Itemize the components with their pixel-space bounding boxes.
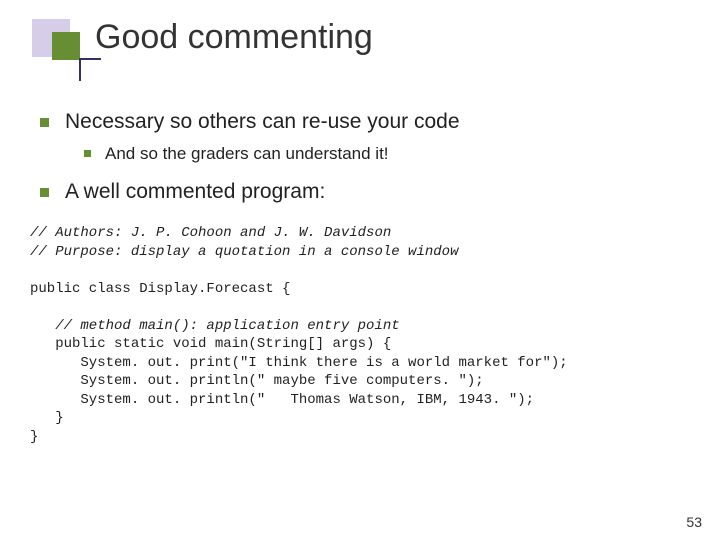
slide-title: Good commenting xyxy=(95,18,373,57)
bullet-text: Necessary so others can re-use your code xyxy=(65,108,460,136)
code-example: // Authors: J. P. Cohoon and J. W. David… xyxy=(30,224,690,446)
code-line: } xyxy=(30,429,38,445)
code-line: public static void main(String[] args) { xyxy=(30,336,391,352)
bullet-text: A well commented program: xyxy=(65,178,325,206)
code-line: } xyxy=(30,410,64,426)
code-line: public class Display.Forecast { xyxy=(30,281,290,297)
square-bullet-icon xyxy=(40,118,49,127)
square-bullet-icon xyxy=(40,188,49,197)
decor-line-h xyxy=(79,58,101,60)
bullet-item: And so the graders can understand it! xyxy=(84,142,690,166)
slide-content: Necessary so others can re-use your code… xyxy=(40,108,690,446)
code-line: // Authors: J. P. Cohoon and J. W. David… xyxy=(30,225,391,241)
square-bullet-icon xyxy=(84,150,91,157)
code-line: // Purpose: display a quotation in a con… xyxy=(30,244,458,260)
code-line: // method main(): application entry poin… xyxy=(30,318,400,334)
decor-square-green xyxy=(52,32,80,60)
decor-line-v xyxy=(79,59,81,81)
code-line: System. out. print("I think there is a w… xyxy=(30,355,568,371)
bullet-item: A well commented program: xyxy=(40,178,690,206)
slide-number: 53 xyxy=(686,514,702,530)
bullet-item: Necessary so others can re-use your code xyxy=(40,108,690,136)
code-line: System. out. println(" Thomas Watson, IB… xyxy=(30,392,534,408)
bullet-text: And so the graders can understand it! xyxy=(105,142,389,166)
code-line: System. out. println(" maybe five comput… xyxy=(30,373,484,389)
